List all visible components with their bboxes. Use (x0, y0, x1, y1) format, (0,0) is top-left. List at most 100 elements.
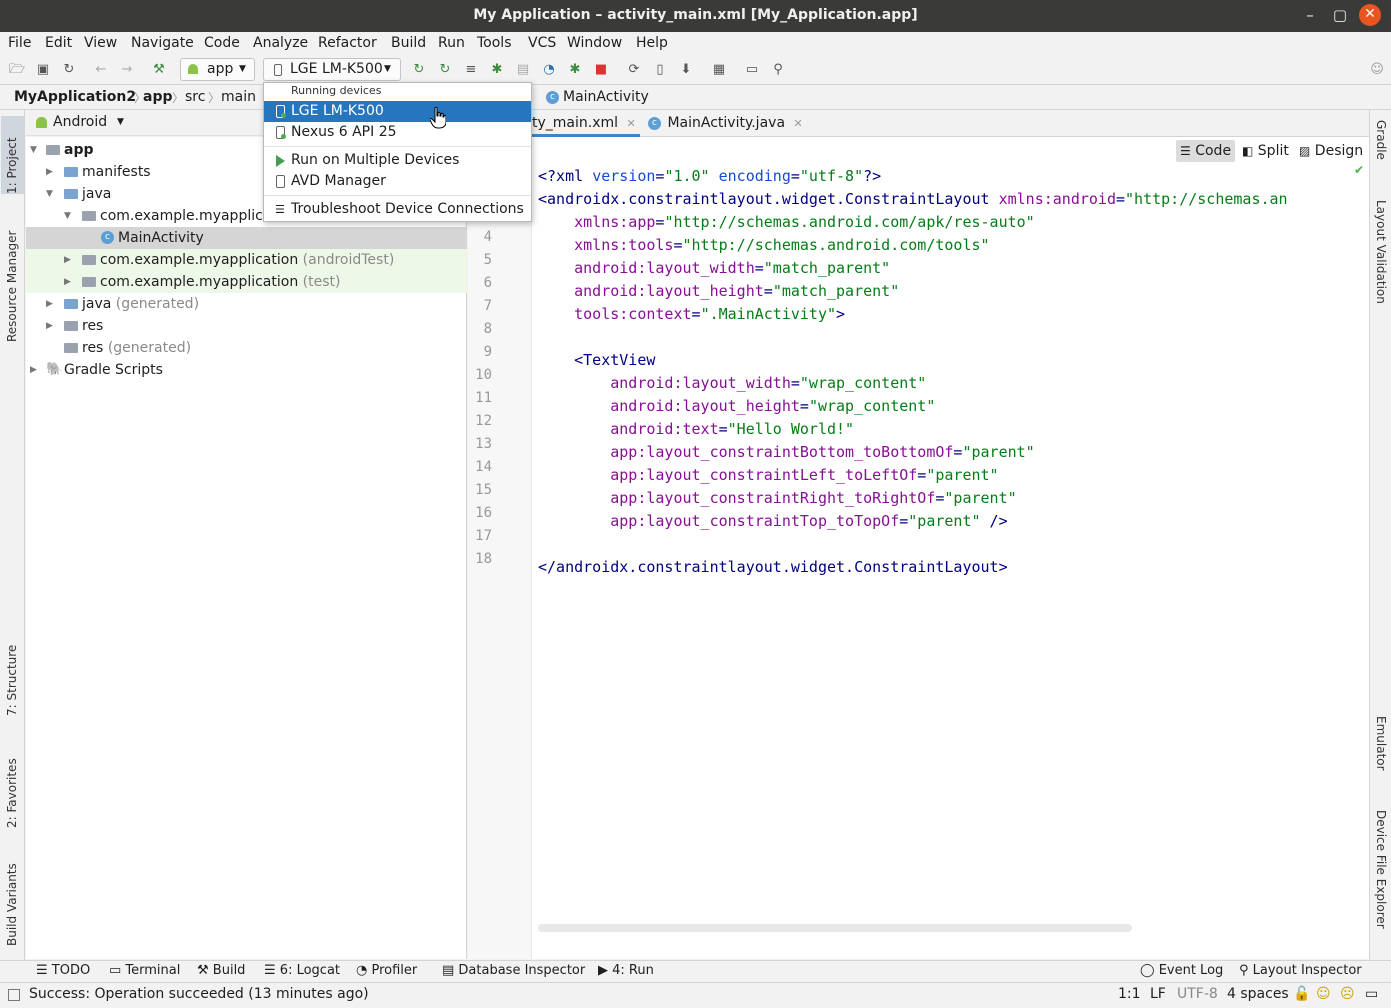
code-line[interactable]: xmlns:tools="http://schemas.android.com/… (538, 234, 989, 257)
tree-item-res[interactable]: ▶ res (26, 315, 467, 337)
device-option-lge[interactable]: LGE LM-K500 (264, 101, 531, 122)
attach-debugger-icon[interactable]: ✱ (567, 62, 583, 78)
chevron-down-icon[interactable]: ▼ (30, 139, 37, 161)
run-config-selector[interactable]: app ▼ (180, 58, 255, 81)
tab-logcat[interactable]: ☰ 6: Logcat (264, 963, 340, 978)
coverage-icon[interactable]: ▤ (515, 62, 531, 78)
device-selector[interactable]: LGE LM-K500 ▼ (263, 58, 401, 81)
menu-run[interactable]: Run (438, 35, 465, 51)
tab-layout-validation[interactable]: Layout Validation (1370, 200, 1391, 330)
open-folder-icon[interactable]: 🗁 (9, 62, 25, 78)
make-project-icon[interactable]: ⚒ (151, 62, 167, 78)
close-tab-icon[interactable]: ✕ (626, 117, 635, 130)
minimize-icon[interactable]: – (1294, 0, 1326, 30)
sad-face-icon[interactable]: ☹ (1340, 986, 1355, 1002)
menu-edit[interactable]: Edit (45, 35, 72, 51)
chevron-right-icon[interactable]: ▶ (46, 315, 53, 337)
memory-indicator-icon[interactable]: ▭ (1365, 986, 1378, 1002)
menu-view[interactable]: View (84, 35, 117, 51)
tab-layout-inspector[interactable]: ⚲ Layout Inspector (1239, 963, 1362, 978)
breadcrumb-project[interactable]: MyApplication2 (14, 89, 136, 105)
maximize-icon[interactable]: ▢ (1324, 0, 1356, 30)
code-editor[interactable]: ☰ Code ◧ Split ▨ Design ✔ 34567891011121… (468, 137, 1369, 959)
chevron-down-icon[interactable]: ▼ (46, 183, 53, 205)
menu-build[interactable]: Build (391, 35, 426, 51)
code-mode-button[interactable]: ☰ Code (1176, 140, 1236, 162)
run-multiple-devices-option[interactable]: Run on Multiple Devices (264, 150, 531, 171)
indent-setting[interactable]: 4 spaces (1227, 986, 1289, 1002)
apply-changes-restart-icon[interactable]: ↻ (411, 62, 427, 78)
tree-item-java-generated[interactable]: ▶ java (generated) (26, 293, 467, 315)
tree-item-mainactivity[interactable]: c MainActivity (26, 227, 467, 249)
menu-refactor[interactable]: Refactor (318, 35, 377, 51)
close-icon[interactable]: ✕ (1359, 4, 1381, 26)
code-line[interactable]: <?xml version="1.0" encoding="utf-8"?> (538, 165, 881, 188)
chevron-down-icon[interactable]: ▼ (64, 205, 71, 227)
project-view-selector[interactable]: Android (53, 114, 107, 130)
tab-resource-manager[interactable]: Resource Manager (1, 214, 24, 342)
tab-project[interactable]: 1: Project (1, 116, 24, 194)
tab-structure[interactable]: 7: Structure (1, 628, 24, 716)
tab-terminal[interactable]: ▭ Terminal (109, 963, 180, 978)
breadcrumb-app[interactable]: app (143, 89, 173, 105)
tree-item-res-generated[interactable]: res (generated) (26, 337, 467, 359)
file-encoding[interactable]: UTF-8 (1177, 986, 1218, 1002)
apply-code-changes-icon[interactable]: ↻ (437, 62, 453, 78)
code-line[interactable]: <TextView (538, 349, 655, 372)
code-line[interactable]: android:layout_width="wrap_content" (538, 372, 926, 395)
project-structure-icon[interactable]: ▦ (711, 62, 727, 78)
gradle-sync-icon[interactable]: ⟳ (626, 62, 642, 78)
menu-code[interactable]: Code (204, 35, 240, 51)
code-line[interactable]: tools:context=".MainActivity"> (538, 303, 845, 326)
debug-list-icon[interactable]: ≡ (463, 62, 479, 78)
line-separator[interactable]: LF (1150, 986, 1166, 1002)
chevron-right-icon[interactable]: ▶ (64, 249, 71, 271)
code-line[interactable]: <androidx.constraintlayout.widget.Constr… (538, 188, 1288, 211)
lock-icon[interactable]: 🔓 (1293, 986, 1310, 1002)
code-line[interactable]: app:layout_constraintTop_toTopOf="parent… (538, 510, 1007, 533)
menu-vcs[interactable]: VCS (528, 35, 556, 51)
breadcrumb-src[interactable]: src (185, 89, 205, 105)
menu-analyze[interactable]: Analyze (253, 35, 308, 51)
tab-activity-main-xml[interactable]: ty_main.xml ✕ (532, 111, 640, 137)
tree-item-gradle-scripts[interactable]: ▶ 🐘 Gradle Scripts (26, 359, 467, 381)
layout-inspector-icon[interactable]: ▭ (744, 62, 760, 78)
chevron-right-icon[interactable]: ▶ (46, 293, 53, 315)
menu-navigate[interactable]: Navigate (131, 35, 194, 51)
sync-icon[interactable]: ↻ (61, 62, 77, 78)
tab-todo[interactable]: ☰ TODO (36, 963, 90, 978)
code-line[interactable]: android:layout_height="wrap_content" (538, 395, 935, 418)
sdk-manager-icon[interactable]: ⬇ (678, 62, 694, 78)
tree-item-package-androidtest[interactable]: ▶ com.example.myapplication (androidTest… (26, 249, 467, 271)
tab-database-inspector[interactable]: ▤ Database Inspector (442, 963, 585, 978)
tab-event-log[interactable]: ◯ Event Log (1140, 963, 1223, 978)
menu-tools[interactable]: Tools (477, 35, 512, 51)
breadcrumb-mainactivity[interactable]: MainActivity (563, 89, 649, 105)
split-mode-button[interactable]: ◧ Split (1238, 140, 1293, 162)
menu-help[interactable]: Help (636, 35, 668, 51)
chevron-right-icon[interactable]: ▶ (30, 359, 37, 381)
tab-favorites[interactable]: 2: Favorites (1, 736, 24, 828)
device-option-nexus[interactable]: Nexus 6 API 25 (264, 122, 531, 143)
toggle-tool-windows-icon[interactable] (8, 989, 20, 1001)
tab-mainactivity-java[interactable]: c MainActivity.java ✕ (648, 111, 808, 137)
tab-emulator[interactable]: Emulator (1370, 716, 1391, 796)
tab-build-variants[interactable]: Build Variants (1, 846, 24, 946)
breadcrumb-main[interactable]: main (221, 89, 256, 105)
tab-build[interactable]: ⚒ Build (197, 963, 245, 978)
menu-window[interactable]: Window (567, 35, 622, 51)
chevron-right-icon[interactable]: ▶ (46, 161, 53, 183)
avd-manager-option[interactable]: AVD Manager (264, 171, 531, 192)
chevron-right-icon[interactable]: ▶ (64, 271, 71, 293)
code-line[interactable]: app:layout_constraintRight_toRightOf="pa… (538, 487, 1016, 510)
chevron-down-icon[interactable]: ▼ (117, 117, 124, 127)
menu-file[interactable]: File (8, 35, 31, 51)
back-icon[interactable]: ← (93, 62, 109, 78)
code-line[interactable]: android:layout_height="match_parent" (538, 280, 899, 303)
code-line[interactable]: android:text="Hello World!" (538, 418, 854, 441)
code-line[interactable]: app:layout_constraintLeft_toLeftOf="pare… (538, 464, 998, 487)
stop-icon[interactable]: ■ (593, 62, 609, 78)
code-line[interactable]: </androidx.constraintlayout.widget.Const… (538, 556, 1008, 579)
avd-manager-icon[interactable]: ▯ (652, 62, 668, 78)
code-line[interactable]: app:layout_constraintBottom_toBottomOf="… (538, 441, 1034, 464)
